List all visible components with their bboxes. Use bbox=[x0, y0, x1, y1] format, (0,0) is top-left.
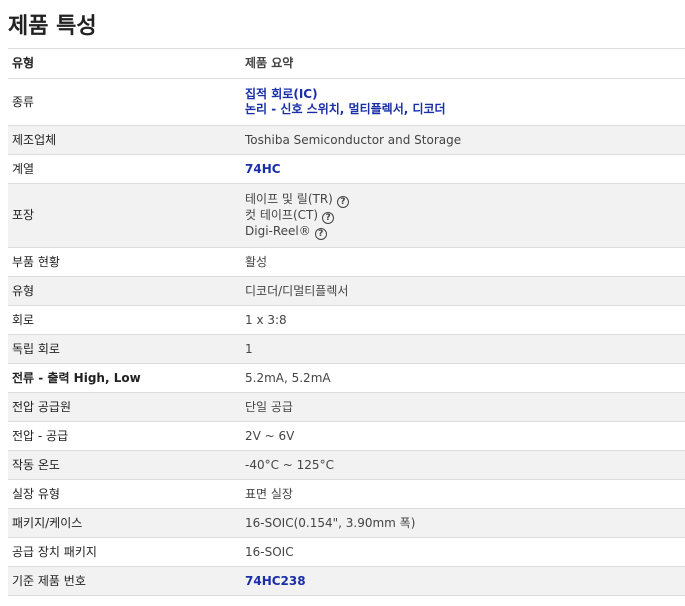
help-icon[interactable]: ? bbox=[314, 227, 327, 240]
table-row: 전압 - 공급 2V ~ 6V bbox=[8, 421, 685, 451]
row-label: 전압 공급원 bbox=[12, 399, 72, 414]
row-value: 활성 bbox=[245, 254, 268, 269]
table-row: 회로 1 x 3:8 bbox=[8, 305, 685, 335]
row-label: 제조업체 bbox=[12, 132, 57, 147]
base-product-link[interactable]: 74HC238 bbox=[245, 574, 306, 588]
header-summary: 제품 요약 bbox=[245, 56, 294, 70]
row-value: 1 bbox=[245, 341, 253, 356]
row-value: 1 x 3:8 bbox=[245, 312, 287, 327]
row-label: 유형 bbox=[12, 283, 35, 298]
packaging-tr-label: 테이프 및 릴(TR) bbox=[245, 191, 333, 206]
series-link[interactable]: 74HC bbox=[245, 162, 281, 176]
table-row: 실장 유형 표면 실장 bbox=[8, 479, 685, 509]
row-label: 독립 회로 bbox=[12, 341, 60, 356]
row-label: 공급 장치 패키지 bbox=[12, 544, 97, 559]
help-icon[interactable]: ? bbox=[336, 195, 349, 208]
row-label: 패키지/케이스 bbox=[12, 515, 83, 530]
packaging-values: 테이프 및 릴(TR)? 컷 테이프(CT)? Digi-Reel®? bbox=[241, 184, 685, 248]
packaging-option: 테이프 및 릴(TR)? bbox=[245, 192, 681, 208]
table-row: 전압 공급원 단일 공급 bbox=[8, 392, 685, 422]
packaging-digireel-label: Digi-Reel® bbox=[245, 223, 311, 238]
table-row: 패키지/케이스 16-SOIC(0.154", 3.90mm 폭) bbox=[8, 508, 685, 538]
row-value: 2V ~ 6V bbox=[245, 428, 295, 443]
table-row: 독립 회로 1 bbox=[8, 334, 685, 364]
category-link-ic[interactable]: 집적 회로(IC) bbox=[245, 87, 681, 102]
table-row: 공급 장치 패키지 16-SOIC bbox=[8, 537, 685, 567]
table-row: 전류 - 출력 High, Low 5.2mA, 5.2mA bbox=[8, 363, 685, 393]
row-value: 74HC bbox=[241, 155, 685, 184]
table-row: 계열 74HC bbox=[8, 154, 685, 184]
packaging-ct-label: 컷 테이프(CT) bbox=[245, 207, 319, 222]
row-label: 작동 온도 bbox=[12, 457, 60, 472]
row-value: 74HC238 bbox=[241, 567, 685, 596]
table-row: 작동 온도 -40°C ~ 125°C bbox=[8, 450, 685, 480]
row-value: 단일 공급 bbox=[245, 399, 293, 414]
row-label: 회로 bbox=[12, 312, 35, 327]
packaging-option: Digi-Reel®? bbox=[245, 224, 681, 240]
row-label: 실장 유형 bbox=[12, 486, 60, 501]
row-label: 전류 - 출력 High, Low bbox=[12, 370, 141, 385]
table-row: 유형 디코더/디멀티플렉서 bbox=[8, 276, 685, 306]
product-attributes-table: 유형 제품 요약 종류 집적 회로(IC) 논리 - 신호 스위치, 멀티플렉서… bbox=[8, 48, 685, 596]
row-value: 표면 실장 bbox=[245, 486, 293, 501]
table-header-row: 유형 제품 요약 bbox=[8, 48, 685, 79]
row-label: 계열 bbox=[12, 161, 35, 176]
manufacturer-value: Toshiba Semiconductor and Storage bbox=[245, 132, 462, 147]
row-value: -40°C ~ 125°C bbox=[245, 457, 334, 472]
row-value: 16-SOIC(0.154", 3.90mm 폭) bbox=[245, 515, 416, 530]
row-label: 부품 현황 bbox=[12, 254, 60, 269]
table-row: 종류 집적 회로(IC) 논리 - 신호 스위치, 멀티플렉서, 디코더 bbox=[8, 78, 685, 126]
row-label: 기준 제품 번호 bbox=[12, 573, 86, 588]
packaging-option: 컷 테이프(CT)? bbox=[245, 208, 681, 224]
row-value: 집적 회로(IC) 논리 - 신호 스위치, 멀티플렉서, 디코더 bbox=[241, 79, 685, 126]
table-row: 포장 테이프 및 릴(TR)? 컷 테이프(CT)? Digi-Reel®? bbox=[8, 183, 685, 248]
row-label: 전압 - 공급 bbox=[12, 428, 69, 443]
table-row: 제조업체 Toshiba Semiconductor and Storage bbox=[8, 125, 685, 155]
row-value: 5.2mA, 5.2mA bbox=[245, 370, 331, 385]
table-row: 부품 현황 활성 bbox=[8, 247, 685, 277]
header-type: 유형 bbox=[12, 56, 35, 70]
help-icon[interactable]: ? bbox=[322, 211, 335, 224]
row-label: 종류 bbox=[12, 94, 35, 109]
category-link-logic[interactable]: 논리 - 신호 스위치, 멀티플렉서, 디코더 bbox=[245, 102, 681, 117]
table-row: 기준 제품 번호 74HC238 bbox=[8, 566, 685, 596]
page-title: 제품 특성 bbox=[8, 14, 97, 39]
row-value: 16-SOIC bbox=[245, 544, 294, 559]
row-label: 포장 bbox=[12, 208, 35, 222]
row-value: 디코더/디멀티플렉서 bbox=[245, 283, 349, 298]
